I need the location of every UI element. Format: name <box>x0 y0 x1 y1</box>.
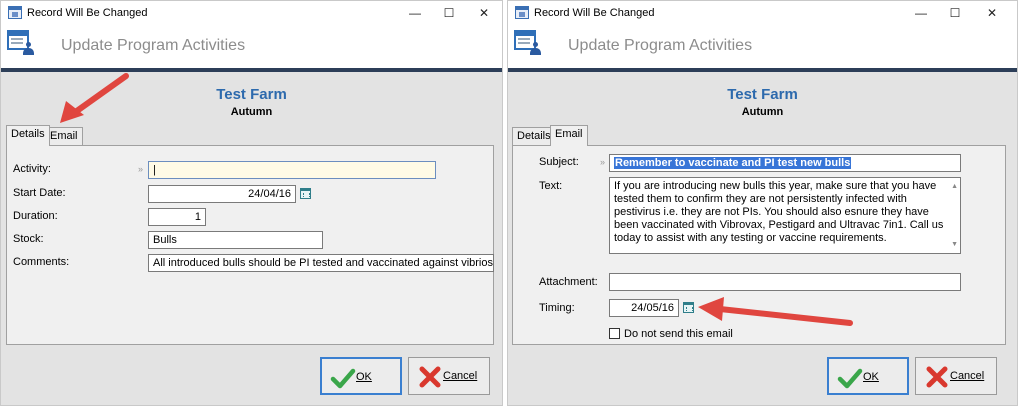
attachment-label: Attachment: <box>539 276 598 288</box>
window-title: Record Will Be Changed <box>534 7 655 19</box>
close-button[interactable]: ✕ <box>469 3 499 23</box>
cancel-button[interactable]: Cancel <box>408 357 490 395</box>
ok-label: OK <box>356 371 372 383</box>
maximize-button[interactable]: ☐ <box>940 3 970 23</box>
program-activity-icon <box>7 30 35 56</box>
subject-input[interactable]: Remember to vaccinate and PI test new bu… <box>609 154 961 172</box>
duration-input[interactable]: 1 <box>148 208 206 226</box>
start-date-label: Start Date: <box>13 187 66 199</box>
stock-label: Stock: <box>13 233 44 245</box>
cancel-label: Cancel <box>443 370 478 382</box>
details-panel: Activity: » | Start Date: 24/04/16 Durat… <box>6 145 494 345</box>
close-button[interactable]: ✕ <box>977 3 1007 23</box>
season-name: Autumn <box>741 106 784 118</box>
tab-email[interactable]: Email <box>45 127 83 146</box>
red-x-icon <box>419 366 441 388</box>
minimize-button[interactable]: — <box>906 3 936 23</box>
maximize-button[interactable]: ☐ <box>434 3 464 23</box>
farm-name: Test Farm <box>727 86 798 103</box>
timing-label: Timing: <box>539 302 575 314</box>
dialog-header: Update Program Activities <box>1 25 502 68</box>
record-changed-window-details: Record Will Be Changed — ☐ ✕ Update Prog… <box>0 0 503 406</box>
red-x-icon <box>926 366 948 388</box>
green-check-icon <box>330 368 356 389</box>
dialog-heading: Update Program Activities <box>568 37 753 54</box>
attachment-input[interactable] <box>609 273 961 291</box>
scroll-down-icon[interactable]: ▼ <box>951 238 958 251</box>
do-not-send-label: Do not send this email <box>624 328 733 340</box>
cancel-label: Cancel <box>950 370 985 382</box>
season-name: Autumn <box>230 106 273 118</box>
required-marker: » <box>600 157 606 167</box>
do-not-send-checkbox[interactable] <box>609 328 620 339</box>
start-date-input[interactable]: 24/04/16 <box>148 185 296 203</box>
title-bar: Record Will Be Changed — ☐ ✕ <box>508 1 1017 25</box>
tab-details[interactable]: Details <box>6 125 50 146</box>
record-changed-window-email: Record Will Be Changed — ☐ ✕ Update Prog… <box>507 0 1018 406</box>
subject-label: Subject: <box>539 156 579 168</box>
email-panel: Subject: » Remember to vaccinate and PI … <box>512 145 1006 345</box>
program-activity-icon <box>514 30 542 56</box>
window-title: Record Will Be Changed <box>27 7 148 19</box>
farm-name: Test Farm <box>216 86 287 103</box>
ok-button[interactable]: OK <box>320 357 402 395</box>
cancel-button[interactable]: Cancel <box>915 357 997 395</box>
dialog-body: Test Farm Autumn Details Email Subject: … <box>508 72 1017 405</box>
text-label: Text: <box>539 180 563 192</box>
tab-email[interactable]: Email <box>550 125 588 146</box>
dialog-header: Update Program Activities <box>508 25 1017 68</box>
ok-label: OK <box>863 371 879 383</box>
window-form-icon <box>515 6 529 19</box>
ok-button[interactable]: OK <box>827 357 909 395</box>
activity-input[interactable]: | <box>148 161 436 179</box>
minimize-button[interactable]: — <box>400 3 430 23</box>
duration-label: Duration: <box>13 210 58 222</box>
timing-input[interactable]: 24/05/16 <box>609 299 679 317</box>
scroll-up-icon[interactable]: ▲ <box>951 180 958 193</box>
email-text-area[interactable]: If you are introducing new bulls this ye… <box>609 177 961 254</box>
subject-selected-text: Remember to vaccinate and PI test new bu… <box>614 157 852 169</box>
comments-label: Comments: <box>13 256 70 268</box>
title-bar: Record Will Be Changed — ☐ ✕ <box>1 1 502 25</box>
required-marker: » <box>138 164 144 174</box>
green-check-icon <box>837 368 863 389</box>
stock-input[interactable]: Bulls <box>148 231 323 249</box>
comments-input[interactable]: All introduced bulls should be PI tested… <box>148 254 494 272</box>
activity-label: Activity: <box>13 163 51 175</box>
email-body-text: If you are introducing new bulls this ye… <box>614 180 944 244</box>
calendar-icon[interactable] <box>683 302 694 313</box>
dialog-body: Test Farm Autumn Details Email Activity:… <box>1 72 502 405</box>
calendar-icon[interactable] <box>300 188 311 199</box>
window-form-icon <box>8 6 22 19</box>
dialog-heading: Update Program Activities <box>61 37 246 54</box>
